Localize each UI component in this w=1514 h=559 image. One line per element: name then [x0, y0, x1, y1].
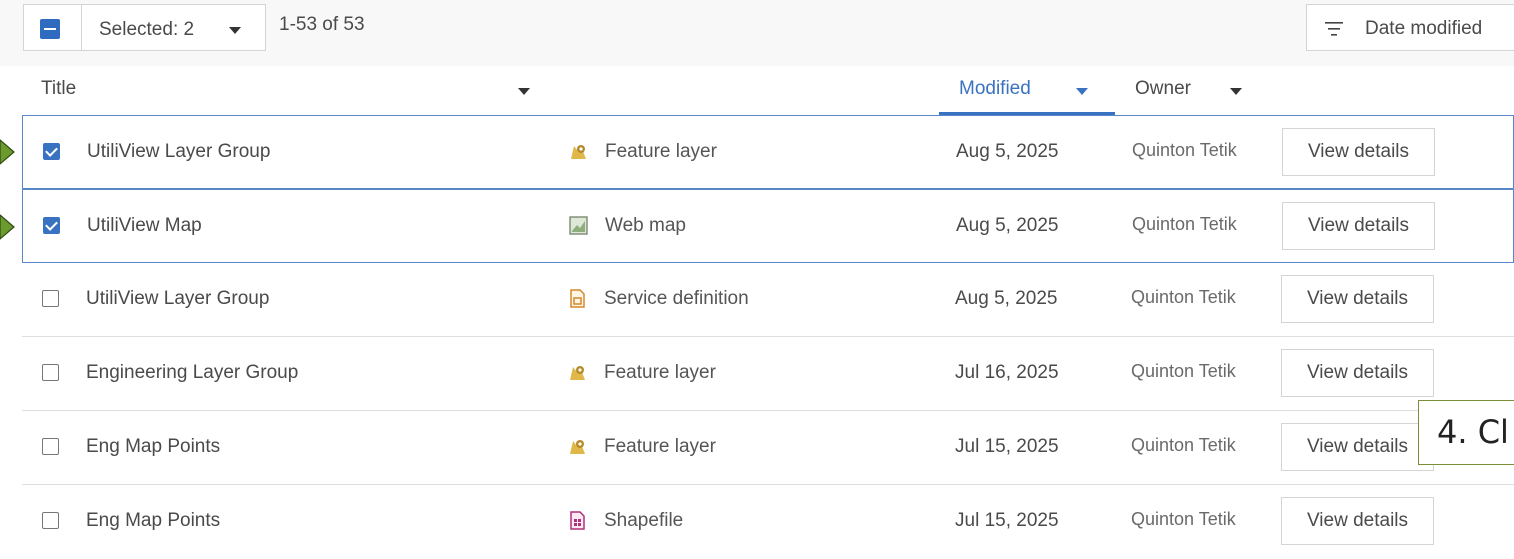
- item-modified-date: Aug 5, 2025: [955, 288, 1058, 309]
- item-title[interactable]: Eng Map Points: [86, 436, 220, 458]
- sort-label: Date modified: [1365, 18, 1483, 39]
- select-all-checkbox[interactable]: [40, 19, 60, 39]
- table-row: UtiliView Layer Group Service definition…: [22, 263, 1514, 337]
- item-modified-date: Aug 5, 2025: [956, 141, 1059, 162]
- shapefile-icon: [570, 511, 585, 530]
- item-modified-date: Jul 15, 2025: [955, 510, 1059, 531]
- table-header: Title Modified Owner: [22, 66, 1514, 116]
- item-type: Feature layer: [605, 141, 717, 162]
- item-title[interactable]: UtiliView Layer Group: [86, 288, 269, 310]
- view-details-button[interactable]: View details: [1281, 349, 1434, 397]
- sort-icon: [1325, 22, 1343, 36]
- results-count: 1-53 of 53: [279, 14, 365, 35]
- view-details-button[interactable]: View details: [1282, 202, 1435, 250]
- row-checkbox[interactable]: [42, 512, 59, 529]
- column-owner[interactable]: Owner: [1135, 78, 1191, 100]
- arrow-right-icon: [0, 214, 15, 240]
- step-callout: 4. Cl: [1418, 400, 1514, 465]
- view-details-button[interactable]: View details: [1281, 275, 1434, 323]
- web-map-icon: [569, 216, 588, 235]
- table-row: UtiliView Map Web map Aug 5, 2025 Quinto…: [22, 189, 1514, 263]
- table-row: Engineering Layer Group Feature layer Ju…: [22, 337, 1514, 411]
- table-row: Eng Map Points Feature layer Jul 15, 202…: [22, 411, 1514, 485]
- item-owner: Quinton Tetik: [1132, 140, 1237, 160]
- type-column-caret-icon[interactable]: [518, 88, 530, 95]
- item-type: Feature layer: [604, 436, 716, 457]
- service-definition-icon: [570, 289, 585, 308]
- row-checkbox[interactable]: [42, 364, 59, 381]
- row-checkbox[interactable]: [42, 290, 59, 307]
- column-modified[interactable]: Modified: [959, 78, 1031, 100]
- item-owner: Quinton Tetik: [1131, 361, 1236, 381]
- sort-button[interactable]: Date modified: [1306, 4, 1514, 51]
- item-owner: Quinton Tetik: [1132, 214, 1237, 234]
- item-type: Feature layer: [604, 362, 716, 383]
- item-type: Shapefile: [604, 510, 684, 531]
- view-details-button[interactable]: View details: [1281, 497, 1434, 545]
- row-checkbox[interactable]: [42, 438, 59, 455]
- item-owner: Quinton Tetik: [1131, 287, 1236, 307]
- item-owner: Quinton Tetik: [1131, 435, 1236, 455]
- chevron-down-icon: [229, 27, 241, 34]
- view-details-button[interactable]: View details: [1281, 423, 1434, 471]
- feature-layer-icon: [570, 366, 585, 380]
- row-checkbox[interactable]: [43, 143, 60, 160]
- step-callout-text: 4. Cl: [1437, 413, 1509, 451]
- item-type: Web map: [605, 215, 686, 236]
- selection-dropdown[interactable]: Selected: 2: [23, 4, 266, 51]
- selected-count-label: Selected: 2: [99, 19, 195, 40]
- view-details-button[interactable]: View details: [1282, 128, 1435, 176]
- item-modified-date: Aug 5, 2025: [956, 215, 1059, 236]
- item-title[interactable]: Eng Map Points: [86, 510, 220, 532]
- item-title[interactable]: Engineering Layer Group: [86, 362, 298, 384]
- owner-column-caret-icon[interactable]: [1230, 88, 1242, 95]
- arrow-right-icon: [0, 139, 15, 165]
- item-modified-date: Jul 15, 2025: [955, 436, 1059, 457]
- table-row: UtiliView Layer Group Feature layer Aug …: [22, 115, 1514, 189]
- item-owner: Quinton Tetik: [1131, 509, 1236, 529]
- column-title[interactable]: Title: [41, 78, 76, 100]
- divider: [81, 5, 82, 50]
- item-title[interactable]: UtiliView Layer Group: [87, 141, 270, 163]
- table-row: Eng Map Points Shapefile Jul 15, 2025 Qu…: [22, 485, 1514, 559]
- feature-layer-icon: [570, 440, 585, 454]
- row-checkbox[interactable]: [43, 217, 60, 234]
- feature-layer-icon: [571, 145, 586, 159]
- item-title[interactable]: UtiliView Map: [87, 215, 202, 237]
- toolbar: Selected: 2 1-53 of 53 Date modified: [0, 0, 1514, 66]
- item-modified-date: Jul 16, 2025: [955, 362, 1059, 383]
- modified-sort-caret-icon[interactable]: [1076, 88, 1088, 95]
- item-type: Service definition: [604, 288, 749, 309]
